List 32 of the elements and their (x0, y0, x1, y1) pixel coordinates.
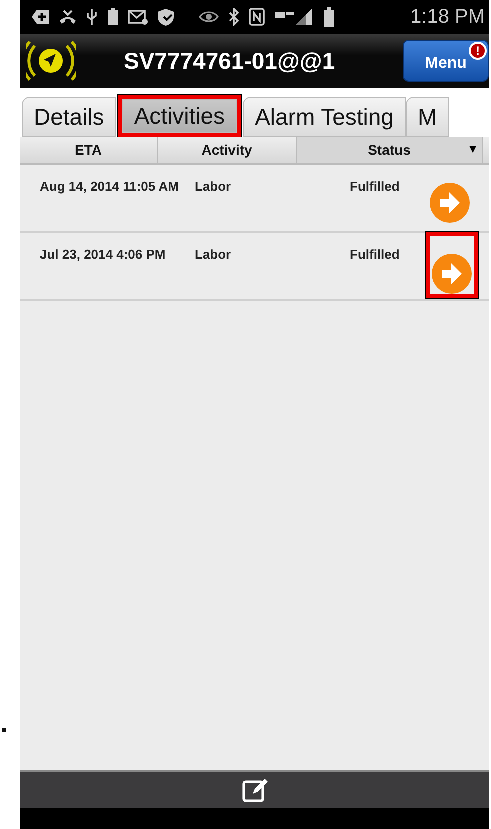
arrow-button-icon[interactable] (432, 254, 472, 294)
menu-button[interactable]: Menu ! (403, 40, 489, 82)
tab[interactable]: Activities (122, 99, 238, 133)
signal-target-icon (26, 40, 76, 82)
bluetooth-icon (228, 8, 240, 26)
eye-icon (199, 10, 219, 24)
nfc-icon (249, 8, 265, 26)
tab[interactable]: M (406, 97, 450, 137)
missed-call-icon (59, 9, 77, 25)
clock-time: 1:18 PM (410, 6, 485, 28)
tab[interactable]: Alarm Testing (243, 97, 406, 137)
usb-icon (86, 8, 98, 26)
tab[interactable]: Details (22, 97, 116, 137)
notification-badge: ! (469, 42, 487, 60)
table-cell: Jul 23, 2014 4:06 PM (40, 247, 166, 262)
sort-indicator[interactable]: ▼ (467, 142, 479, 156)
edit-icon (242, 777, 268, 803)
shield-icon (157, 8, 175, 26)
column-header[interactable]: ETA (20, 137, 158, 163)
table-cell: Fulfilled (350, 247, 400, 262)
table-cell: Fulfilled (350, 179, 400, 194)
battery-full-icon (107, 8, 119, 26)
arrow-button-icon[interactable] (430, 183, 470, 223)
table-cell: Labor (195, 179, 232, 194)
mail-icon (128, 9, 148, 25)
table-cell: Labor (195, 247, 232, 262)
screen-title: SV7774761-01@@1 (124, 48, 336, 74)
stray-mark (2, 728, 6, 732)
plus-icon (32, 9, 50, 25)
table-cell: Aug 14, 2014 11:05 AM (40, 179, 179, 194)
lte-signal-icon (274, 8, 314, 26)
battery-icon (323, 7, 335, 27)
